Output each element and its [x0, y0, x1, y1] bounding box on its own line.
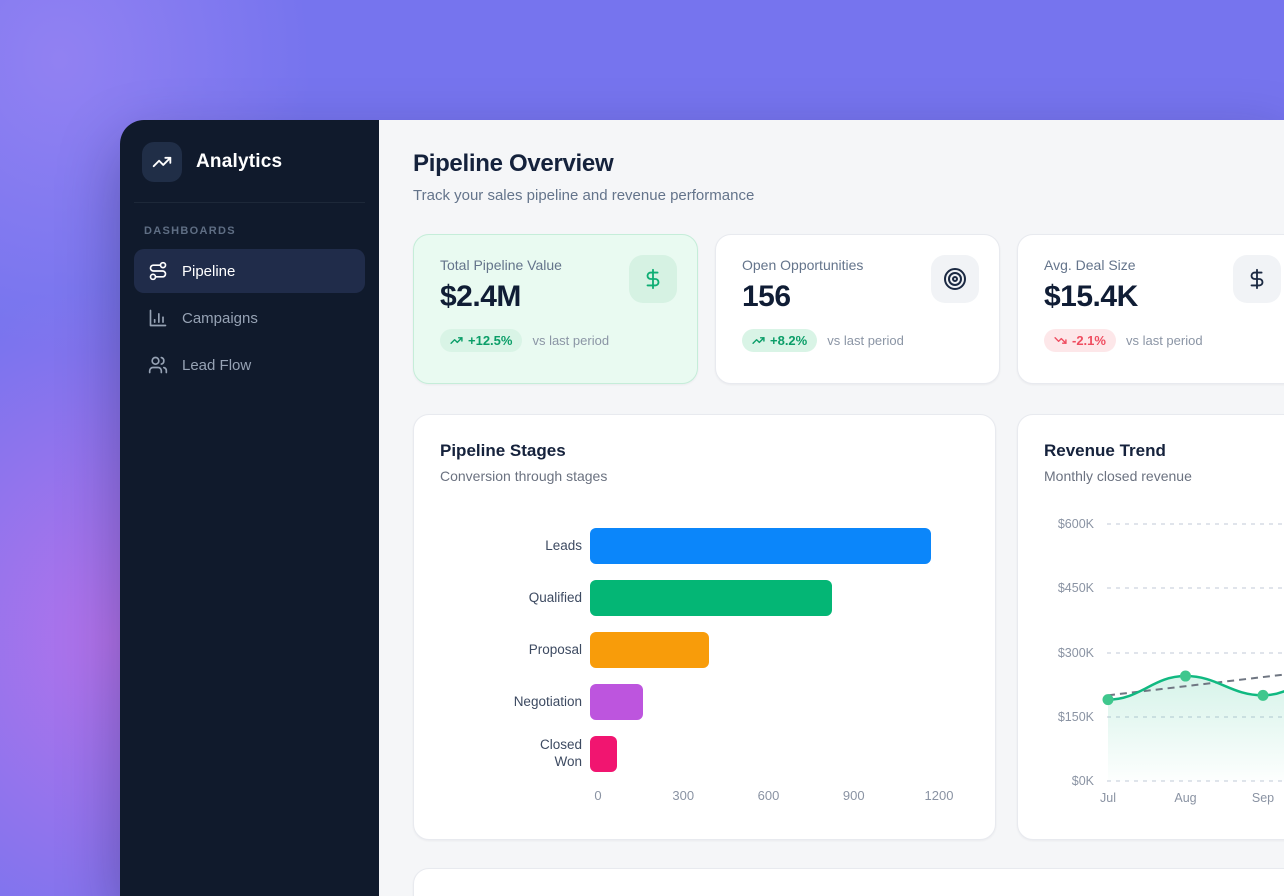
stage-bar-track [590, 528, 931, 564]
brand: Analytics [134, 138, 365, 203]
x-axis-tick: 900 [843, 788, 865, 803]
kpi-compare: vs last period [532, 333, 609, 348]
chart-subtitle: Conversion through stages [440, 468, 969, 484]
target-icon [931, 255, 979, 303]
trending-up-icon [450, 334, 463, 347]
trending-up-icon [142, 142, 182, 182]
x-axis-label: Sep [1252, 791, 1274, 805]
trending-up-icon [752, 334, 765, 347]
page-subtitle: Track your sales pipeline and revenue pe… [413, 187, 1284, 204]
stage-row: Qualified [440, 580, 969, 616]
line-chart-svg [1101, 524, 1284, 781]
y-axis-tick: $150K [1044, 710, 1094, 724]
x-axis-label: Aug [1174, 791, 1196, 805]
stage-bar-track [590, 580, 931, 616]
stage-bar [590, 580, 832, 616]
revenue-line-chart: $600K$450K$300K$150K$0KJulAugSep [1044, 524, 1275, 824]
x-axis-tick: 0 [594, 788, 601, 803]
x-axis-label: Jul [1100, 791, 1116, 805]
trending-down-icon [1054, 334, 1067, 347]
x-axis-tick: 600 [758, 788, 780, 803]
stage-row: Leads [440, 528, 969, 564]
stage-bar [590, 528, 931, 564]
kpi-compare: vs last period [827, 333, 904, 348]
stage-row: Negotiation [440, 684, 969, 720]
kpi-card-total-pipeline-value: Total Pipeline Value $2.4M +12.5% vs las… [413, 234, 698, 384]
stage-bar-track [590, 684, 931, 720]
stage-label: Negotiation [440, 694, 590, 711]
dollar-icon [1233, 255, 1281, 303]
stage-label: Qualified [440, 590, 590, 607]
x-axis-tick: 1200 [925, 788, 954, 803]
x-axis: 03006009001200 [598, 788, 939, 808]
y-axis-tick: $300K [1044, 646, 1094, 660]
stages-bar-chart: Leads Qualified Proposal Negotiation Closed … [440, 528, 969, 808]
sidebar-item-pipeline[interactable]: Pipeline [134, 249, 365, 293]
kpi-footer: +8.2% vs last period [742, 329, 977, 352]
users-icon [148, 355, 168, 375]
area-fill [1108, 670, 1284, 781]
dollar-icon [629, 255, 677, 303]
stage-row: Closed Won [440, 736, 969, 772]
page-title: Pipeline Overview [413, 150, 1284, 178]
x-axis-tick: 300 [672, 788, 694, 803]
stage-bar [590, 632, 709, 668]
kpi-compare: vs last period [1126, 333, 1203, 348]
app-window: Analytics DASHBOARDS Pipeline Campaigns … [120, 120, 1284, 896]
delta-badge: +8.2% [742, 329, 817, 352]
sidebar-item-lead-flow[interactable]: Lead Flow [134, 343, 365, 387]
data-point-dot [1180, 671, 1191, 682]
y-axis-tick: $600K [1044, 517, 1094, 531]
kpi-footer: +12.5% vs last period [440, 329, 675, 352]
brand-title: Analytics [196, 151, 282, 173]
charts-row: Pipeline Stages Conversion through stage… [413, 414, 1284, 840]
y-axis-tick: $450K [1044, 581, 1094, 595]
stage-row: Proposal [440, 632, 969, 668]
bottom-card-partial [413, 868, 1284, 896]
kpi-row: Total Pipeline Value $2.4M +12.5% vs las… [413, 234, 1284, 384]
route-icon [148, 261, 168, 281]
y-axis-tick: $0K [1044, 774, 1094, 788]
nav-section-label: DASHBOARDS [144, 225, 365, 237]
kpi-card-open-opportunities: Open Opportunities 156 +8.2% vs last per… [715, 234, 1000, 384]
pipeline-stages-card: Pipeline Stages Conversion through stage… [413, 414, 996, 840]
sidebar-item-label: Pipeline [182, 263, 235, 280]
delta-badge: -2.1% [1044, 329, 1116, 352]
revenue-trend-card: Revenue Trend Monthly closed revenue $60… [1017, 414, 1284, 840]
chart-title: Revenue Trend [1044, 441, 1275, 461]
chart-title: Pipeline Stages [440, 441, 969, 461]
sidebar-item-label: Campaigns [182, 310, 258, 327]
stage-label: Proposal [440, 642, 590, 659]
delta-badge: +12.5% [440, 329, 522, 352]
main-content: Pipeline Overview Track your sales pipel… [379, 120, 1284, 896]
stage-bar-track [590, 736, 931, 772]
stage-label: Closed Won [440, 737, 590, 771]
stage-bar-track [590, 632, 931, 668]
sidebar-item-campaigns[interactable]: Campaigns [134, 296, 365, 340]
sidebar: Analytics DASHBOARDS Pipeline Campaigns … [120, 120, 379, 896]
kpi-footer: -2.1% vs last period [1044, 329, 1279, 352]
data-point-dot [1103, 694, 1114, 705]
kpi-card-avg-deal-size: Avg. Deal Size $15.4K -2.1% vs last peri… [1017, 234, 1284, 384]
stage-bar [590, 684, 643, 720]
sidebar-item-label: Lead Flow [182, 357, 251, 374]
chart-subtitle: Monthly closed revenue [1044, 468, 1275, 484]
data-point-dot [1258, 690, 1269, 701]
stage-bar [590, 736, 617, 772]
bar-chart-icon [148, 308, 168, 328]
stage-label: Leads [440, 538, 590, 555]
